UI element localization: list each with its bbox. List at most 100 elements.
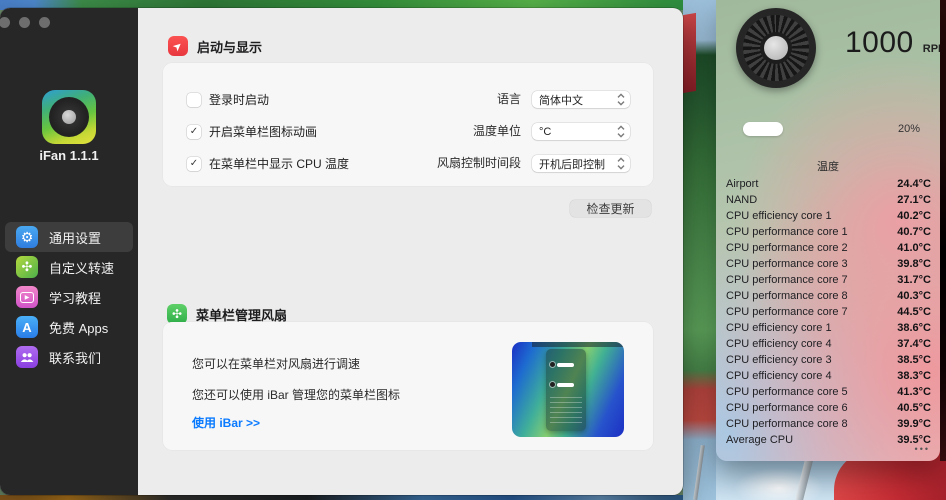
sidebar-item-general-settings[interactable]: ⚙ 通用设置 [5, 222, 133, 252]
checkbox-label: 开启菜单栏图标动画 [209, 123, 317, 140]
umbrella-red-wedge [683, 13, 696, 93]
minimize-button[interactable] [19, 17, 30, 28]
language-select[interactable]: 简体中文 [532, 91, 630, 108]
sidebar-item-label: 学习教程 [49, 288, 101, 307]
wallpaper-bottom-strip [0, 495, 683, 500]
temperature-row: CPU performance core 7 31.7°C [716, 272, 940, 288]
checkbox-launch-at-login[interactable]: 登录时启动 [187, 91, 269, 108]
sensor-value: 44.5°C [897, 306, 931, 318]
fan-speed-slider[interactable] [743, 122, 919, 136]
temperature-row: CPU performance core 1 40.7°C [716, 224, 940, 240]
menubar-line2: 您还可以使用 iBar 管理您的菜单栏图标 [192, 386, 400, 403]
sensor-name: NAND [726, 194, 897, 206]
wallpaper-right-sliver [940, 0, 946, 461]
temperature-row: CPU performance core 2 41.0°C [716, 240, 940, 256]
rpm-unit: RPM [923, 43, 940, 55]
app-icon-rotor [49, 97, 89, 137]
fan-percent-label: 20% [898, 123, 920, 135]
screen: iFan 1.1.1 ⚙ 通用设置 ✣ 自定义转速 ▶ 学习教程 A 免费 Ap… [0, 0, 946, 500]
fan-control-period-label: 风扇控制时间段 [371, 155, 521, 172]
sensor-name: CPU efficiency core 1 [726, 210, 897, 222]
settings-content: ➤ 启动与显示 登录时启动 ✓ 开启菜单栏图标动画 ✓ 在菜单栏中显示 CPU … [138, 8, 683, 495]
sensor-name: CPU performance core 7 [726, 274, 897, 286]
language-select-value: 简体中文 [539, 92, 617, 108]
chevron-up-down-icon [617, 157, 625, 170]
more-button[interactable]: ••• [915, 444, 930, 454]
fan-speed-slider-thumb[interactable] [743, 122, 783, 136]
menubar-fan-card: 您可以在菜单栏对风扇进行调速 您还可以使用 iBar 管理您的菜单栏图标 使用 … [163, 322, 653, 450]
sensor-value: 40.5°C [897, 402, 931, 414]
sensor-name: Average CPU [726, 434, 897, 446]
check-update-button[interactable]: 检查更新 [570, 200, 651, 217]
temps-title: 温度 [716, 158, 940, 174]
close-button[interactable] [0, 17, 10, 28]
temp-unit-select[interactable]: °C [532, 123, 630, 140]
section-menubar-title: 菜单栏管理风扇 [196, 305, 287, 324]
sidebar-item-custom-speed[interactable]: ✣ 自定义转速 [5, 252, 133, 282]
sensor-name: CPU efficiency core 4 [726, 338, 897, 350]
sidebar-item-free-apps[interactable]: A 免费 Apps [5, 312, 133, 342]
sensor-name: CPU performance core 8 [726, 290, 897, 302]
sensor-value: 39.9°C [897, 418, 931, 430]
wallpaper-umbrella-strip [683, 0, 716, 500]
temp-unit-label: 温度单位 [371, 123, 521, 140]
temperature-row: CPU efficiency core 1 40.2°C [716, 208, 940, 224]
checkbox-box[interactable] [187, 93, 201, 107]
sensor-name: CPU efficiency core 3 [726, 354, 897, 366]
sensor-name: CPU performance core 2 [726, 242, 897, 254]
fan-image [736, 8, 816, 88]
sensor-value: 38.6°C [897, 322, 931, 334]
launch-rocket-icon: ➤ [168, 36, 188, 56]
contact-people-icon [16, 346, 38, 368]
language-label: 语言 [371, 91, 521, 108]
sensor-name: Airport [726, 178, 897, 190]
sensor-value: 41.0°C [897, 242, 931, 254]
fan-popover: 1000 RPM 20% 温度 Airport 24.4°C NAND 27.1… [716, 0, 940, 461]
fan-control-period-select-value: 开机后即控制 [539, 156, 617, 172]
ifan-window: iFan 1.1.1 ⚙ 通用设置 ✣ 自定义转速 ▶ 学习教程 A 免费 Ap… [0, 8, 683, 495]
rpm-readout: 1000 RPM [845, 26, 940, 60]
temperature-list: Airport 24.4°C NAND 27.1°C CPU efficienc… [716, 176, 940, 448]
umbrella-pole [693, 445, 705, 500]
sidebar-item-tutorial[interactable]: ▶ 学习教程 [5, 282, 133, 312]
chevron-up-down-icon [617, 125, 625, 138]
sensor-name: CPU performance core 7 [726, 306, 897, 318]
sensor-value: 38.3°C [897, 370, 931, 382]
temperature-row: CPU performance core 6 40.5°C [716, 400, 940, 416]
section-menubar-header: ✣ 菜单栏管理风扇 [167, 304, 287, 324]
temperature-row: CPU performance core 5 41.3°C [716, 384, 940, 400]
sidebar-item-label: 通用设置 [49, 228, 101, 247]
sensor-name: CPU efficiency core 4 [726, 370, 897, 382]
menubar-preview-image [512, 342, 624, 437]
sidebar-item-contact-us[interactable]: 联系我们 [5, 342, 133, 372]
temperature-row: CPU efficiency core 3 38.5°C [716, 352, 940, 368]
fan-control-period-select[interactable]: 开机后即控制 [532, 155, 630, 172]
temperature-row: CPU efficiency core 4 38.3°C [716, 368, 940, 384]
temperature-row: CPU performance core 8 40.3°C [716, 288, 940, 304]
temperature-row: CPU performance core 8 39.9°C [716, 416, 940, 432]
checkbox-box[interactable]: ✓ [187, 125, 201, 139]
checkbox-label: 在菜单栏中显示 CPU 温度 [209, 155, 349, 172]
sensor-value: 31.7°C [897, 274, 931, 286]
sidebar-item-label: 联系我们 [49, 348, 101, 367]
sensor-name: CPU efficiency core 1 [726, 322, 897, 334]
zoom-button[interactable] [39, 17, 50, 28]
sensor-name: CPU performance core 8 [726, 418, 897, 430]
app-version-label: iFan 1.1.1 [0, 148, 138, 163]
checkbox-box[interactable]: ✓ [187, 157, 201, 171]
tutorial-video-icon: ▶ [16, 286, 38, 308]
sidebar-item-label: 免费 Apps [49, 318, 108, 337]
cloud [734, 468, 824, 500]
checkbox-menubar-icon-animation[interactable]: ✓ 开启菜单栏图标动画 [187, 123, 317, 140]
use-ibar-link[interactable]: 使用 iBar >> [192, 414, 260, 431]
sensor-name: CPU performance core 1 [726, 226, 897, 238]
window-controls [0, 17, 50, 28]
checkbox-label: 登录时启动 [209, 91, 269, 108]
sensor-value: 40.7°C [897, 226, 931, 238]
app-store-icon: A [16, 316, 38, 338]
temperature-row: CPU efficiency core 4 37.4°C [716, 336, 940, 352]
sensor-value: 41.3°C [897, 386, 931, 398]
menubar-line1: 您可以在菜单栏对风扇进行调速 [192, 355, 360, 372]
app-icon [42, 90, 96, 144]
checkbox-show-cpu-temp[interactable]: ✓ 在菜单栏中显示 CPU 温度 [187, 155, 349, 172]
